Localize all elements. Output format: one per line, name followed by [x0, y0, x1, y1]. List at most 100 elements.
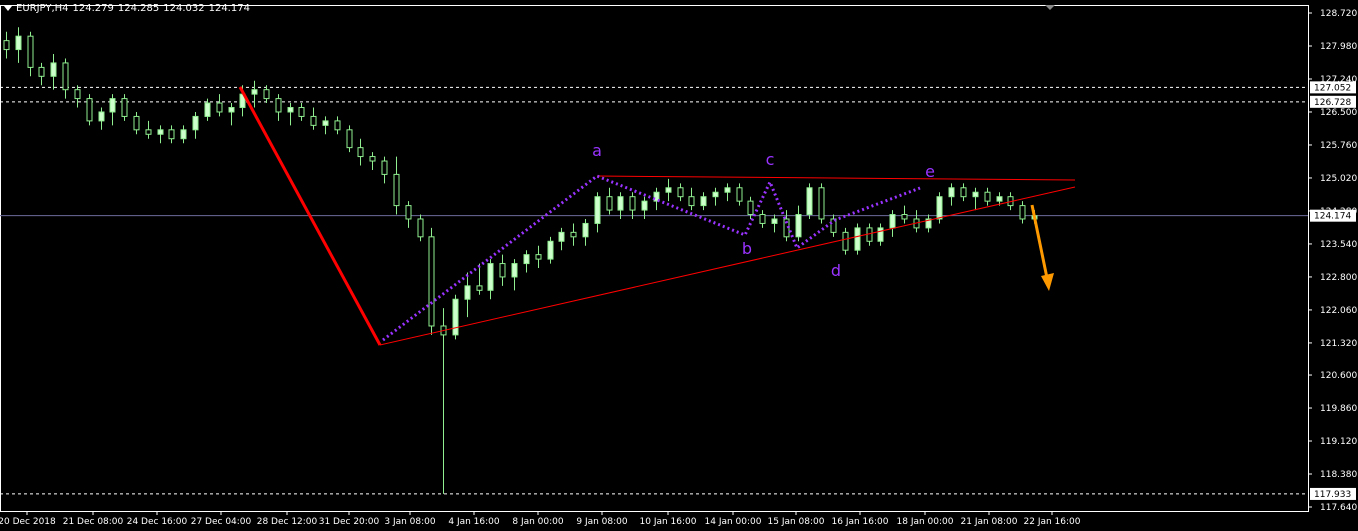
candle-body — [535, 254, 542, 260]
wave-label-a: a — [592, 141, 602, 160]
candle-body — [854, 227, 861, 251]
candle-body — [275, 98, 282, 113]
candle-body — [724, 187, 731, 193]
x-tick-label: 10 Jan 16:00 — [640, 517, 697, 527]
x-tick-label: 3 Jan 08:00 — [384, 517, 436, 527]
x-tick-label: 31 Dec 20:00 — [319, 517, 380, 527]
candle-body — [464, 285, 471, 300]
y-tick-label: 126.500 — [1320, 108, 1357, 118]
candle-body — [889, 214, 896, 229]
x-tick-label: 27 Dec 04:00 — [191, 517, 252, 527]
candle-body — [818, 187, 825, 220]
low-value: 124.032 — [163, 3, 205, 14]
candle-body — [795, 214, 802, 238]
plot-frame — [0, 5, 1309, 512]
candle-body — [157, 129, 164, 135]
candle-body — [629, 196, 636, 211]
candle-body — [428, 236, 435, 327]
high-value: 124.285 — [117, 3, 160, 14]
wave-path — [382, 174, 921, 342]
level-price-label: 127.052 — [1314, 83, 1351, 93]
candle-body — [594, 196, 601, 224]
x-tick-label: 21 Dec 08:00 — [63, 517, 124, 527]
candle-body — [27, 35, 34, 68]
wave-label-e: e — [925, 162, 935, 181]
candle-body — [700, 196, 707, 207]
candle-body — [298, 107, 305, 117]
y-tick-label: 118.380 — [1320, 470, 1357, 480]
candle-body — [3, 40, 10, 51]
candle-body — [842, 231, 849, 251]
candle-body — [759, 214, 766, 224]
candles — [3, 27, 1038, 494]
symbol-header: EURJPY,H4 124.279 124.285 124.032 124.174 — [4, 3, 254, 14]
candle-body — [180, 129, 187, 140]
candle-body — [936, 196, 943, 220]
candle-body — [606, 196, 613, 211]
candle-body — [334, 120, 341, 131]
x-tick-label: 18 Jan 00:00 — [897, 517, 954, 527]
candle-body — [677, 187, 684, 198]
candle-body — [263, 89, 270, 100]
y-tick-label: 123.540 — [1320, 240, 1357, 250]
y-tick-label: 122.060 — [1320, 306, 1357, 316]
candle-body — [310, 115, 317, 126]
y-tick-label: 117.640 — [1320, 503, 1357, 513]
candle-body — [15, 35, 22, 51]
dropdown-triangle-icon[interactable] — [4, 5, 12, 11]
wave-label-c: c — [766, 150, 775, 169]
candle-body — [192, 115, 199, 131]
candle-body — [133, 115, 140, 131]
candle-body — [665, 187, 672, 193]
candle-body — [216, 102, 223, 113]
candle-body — [121, 98, 128, 117]
candle-body — [984, 191, 991, 202]
candle-body — [771, 218, 778, 224]
current-price-label: 124.174 — [1314, 212, 1351, 222]
candle-body — [1019, 205, 1026, 220]
y-tick-label: 125.020 — [1320, 174, 1357, 184]
candle-body — [547, 240, 554, 260]
candle-body — [109, 98, 116, 113]
y-tick-label: 122.800 — [1320, 273, 1357, 283]
x-tick-label: 20 Dec 2018 — [0, 517, 56, 527]
x-tick-label: 14 Jan 00:00 — [705, 517, 762, 527]
candle-body — [736, 187, 743, 202]
x-tick-label: 16 Jan 16:00 — [832, 517, 889, 527]
symbol-label: EURJPY,H4 — [16, 3, 69, 14]
candle-body — [98, 111, 105, 122]
candle-body — [570, 231, 577, 238]
y-tick-label: 125.760 — [1320, 141, 1357, 151]
candle-body — [558, 231, 565, 242]
candle-body — [452, 298, 459, 336]
candle-body — [948, 187, 955, 198]
wave-label-d: d — [831, 261, 841, 280]
candle-body — [381, 160, 388, 175]
candle-body — [901, 214, 908, 220]
candle-body — [287, 107, 294, 113]
y-tick-label: 119.120 — [1320, 437, 1357, 447]
open-value: 124.279 — [72, 3, 114, 14]
y-tick-label: 121.320 — [1320, 339, 1357, 349]
candle-body — [806, 187, 813, 216]
candle-body — [357, 147, 364, 158]
candle-body — [641, 200, 648, 211]
candle-body — [523, 254, 530, 265]
candle-body — [369, 156, 376, 162]
candle-body — [204, 102, 211, 117]
forecast-arrowhead-icon — [1041, 273, 1054, 291]
candle-body — [582, 222, 589, 238]
candle-body — [688, 196, 695, 207]
x-tick-label: 28 Dec 12:00 — [257, 517, 318, 527]
scroll-marker-icon — [1045, 5, 1055, 10]
candle-body — [346, 129, 353, 149]
candle-body — [960, 187, 967, 198]
candle-body — [322, 120, 329, 126]
candle-body — [50, 62, 57, 77]
x-tick-label: 9 Jan 08:00 — [576, 517, 628, 527]
x-tick-label: 24 Dec 16:00 — [127, 517, 188, 527]
candle-body — [38, 66, 45, 77]
candle-body — [168, 129, 175, 140]
price-chart[interactable]: 128.720127.980127.240126.500125.760125.0… — [0, 0, 1358, 531]
wave-label-b: b — [742, 239, 752, 258]
